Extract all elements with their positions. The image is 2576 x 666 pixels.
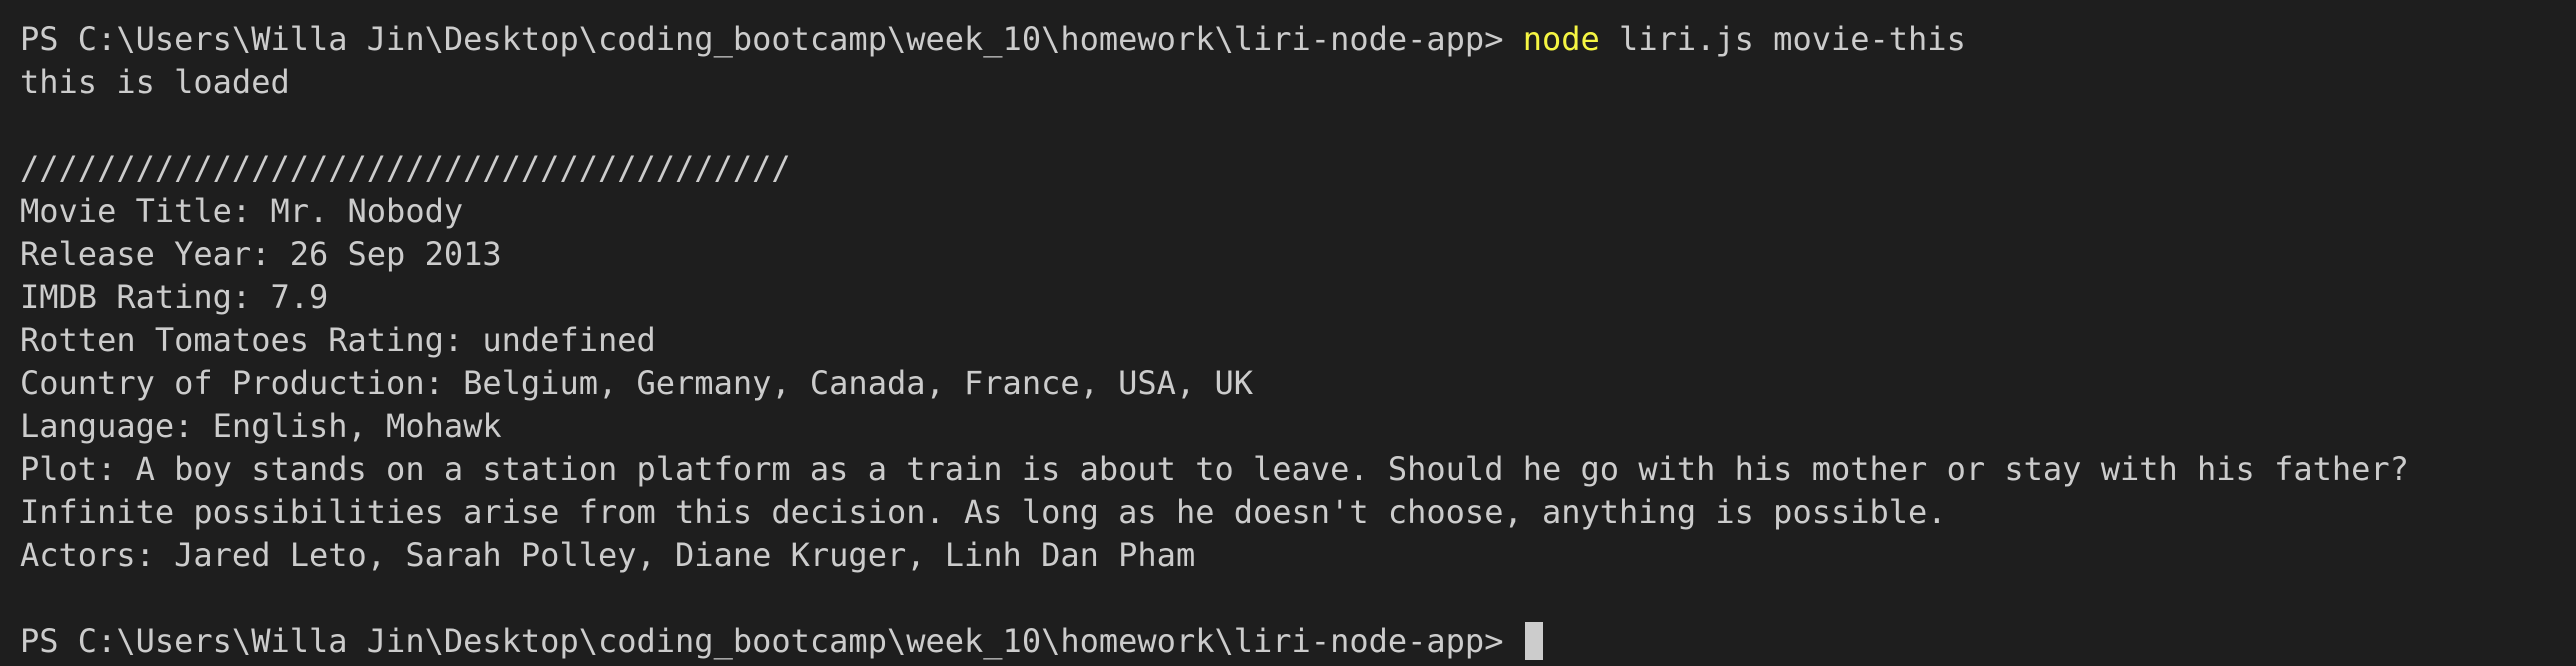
rotten-tomatoes-line: Rotten Tomatoes Rating: undefined [20,321,656,359]
loaded-message: this is loaded [20,63,290,101]
actors-line: Actors: Jared Leto, Sarah Polley, Diane … [20,536,1196,574]
command-line: PS C:\Users\Willa Jin\Desktop\coding_boo… [20,18,2556,61]
text-cursor[interactable] [1524,622,1543,660]
prompt-text: PS C:\Users\Willa Jin\Desktop\coding_boo… [20,20,1504,58]
separator-line: //////////////////////////////////////// [20,149,791,187]
imdb-rating-line: IMDB Rating: 7.9 [20,278,329,316]
active-prompt-line[interactable]: PS C:\Users\Willa Jin\Desktop\coding_boo… [20,620,2556,663]
release-year-line: Release Year: 26 Sep 2013 [20,235,502,273]
prompt-text: PS C:\Users\Willa Jin\Desktop\coding_boo… [20,622,1504,660]
command-keyword: node [1522,20,1600,58]
plot-line: Plot: A boy stands on a station platform… [20,450,2429,531]
terminal-output: PS C:\Users\Willa Jin\Desktop\coding_boo… [20,18,2556,663]
movie-title-line: Movie Title: Mr. Nobody [20,192,464,230]
language-line: Language: English, Mohawk [20,407,502,445]
command-args: liri.js movie-this [1619,20,1966,58]
country-line: Country of Production: Belgium, Germany,… [20,364,1253,402]
